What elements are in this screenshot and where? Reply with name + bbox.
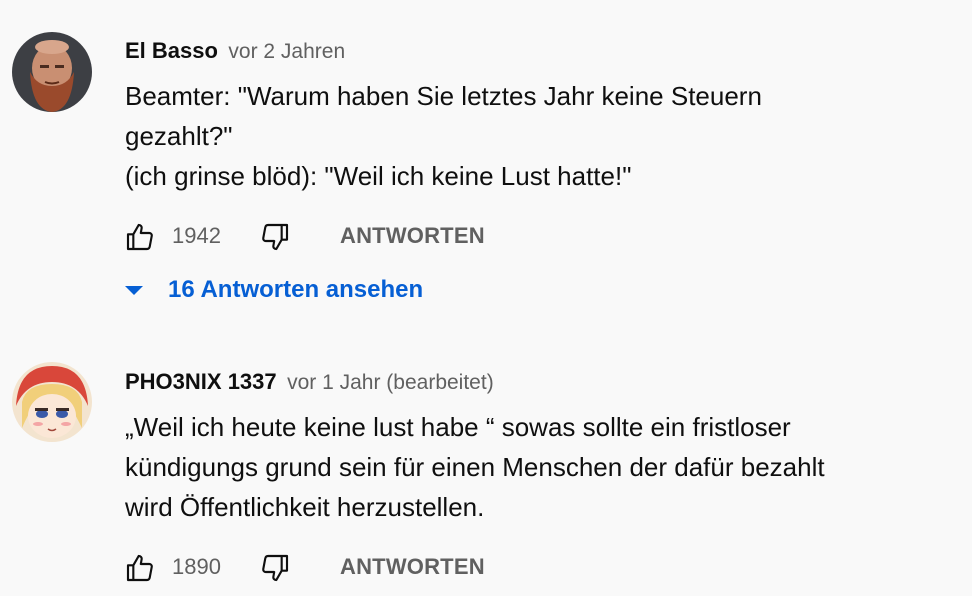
comment-line: gezahlt?": [125, 121, 233, 151]
thumb-down-icon[interactable]: [259, 219, 293, 255]
comment-header: El Basso vor 2 Jahren: [125, 38, 345, 66]
reply-button[interactable]: ANTWORTEN: [340, 223, 485, 249]
comment-header: PHO3NIX 1337 vor 1 Jahr (bearbeitet): [125, 369, 494, 397]
thumb-up-icon[interactable]: [124, 219, 158, 255]
view-replies-button[interactable]: 16 Antworten ansehen: [122, 272, 423, 308]
author-name[interactable]: El Basso: [125, 38, 218, 63]
comment-text: „Weil ich heute keine lust habe “ sowas …: [125, 407, 915, 527]
author-name[interactable]: PHO3NIX 1337: [125, 369, 277, 394]
view-replies-label: 16 Antworten ansehen: [168, 276, 424, 303]
avatar[interactable]: [12, 32, 92, 112]
comment-line: wird Öffentlichkeit herzustellen.: [125, 492, 485, 522]
avatar[interactable]: [12, 362, 92, 442]
timestamp[interactable]: vor 1 Jahr (bearbeitet): [287, 371, 494, 394]
comment-line: „Weil ich heute keine lust habe “ sowas …: [125, 412, 791, 442]
thumb-down-icon[interactable]: [259, 550, 293, 586]
reply-button[interactable]: ANTWORTEN: [340, 554, 485, 580]
timestamp[interactable]: vor 2 Jahren: [228, 40, 345, 63]
comment-text: Beamter: "Warum haben Sie letztes Jahr k…: [125, 76, 915, 196]
like-count: 1890: [172, 554, 221, 579]
comment-line: (ich grinse blöd): "Weil ich keine Lust …: [125, 161, 632, 191]
thumb-up-icon[interactable]: [124, 550, 158, 586]
like-count: 1942: [172, 223, 221, 248]
comment-line: kündigungs grund sein für einen Menschen…: [125, 452, 825, 482]
comment-line: Beamter: "Warum haben Sie letztes Jahr k…: [125, 81, 762, 111]
caret-down-icon: [125, 286, 143, 295]
